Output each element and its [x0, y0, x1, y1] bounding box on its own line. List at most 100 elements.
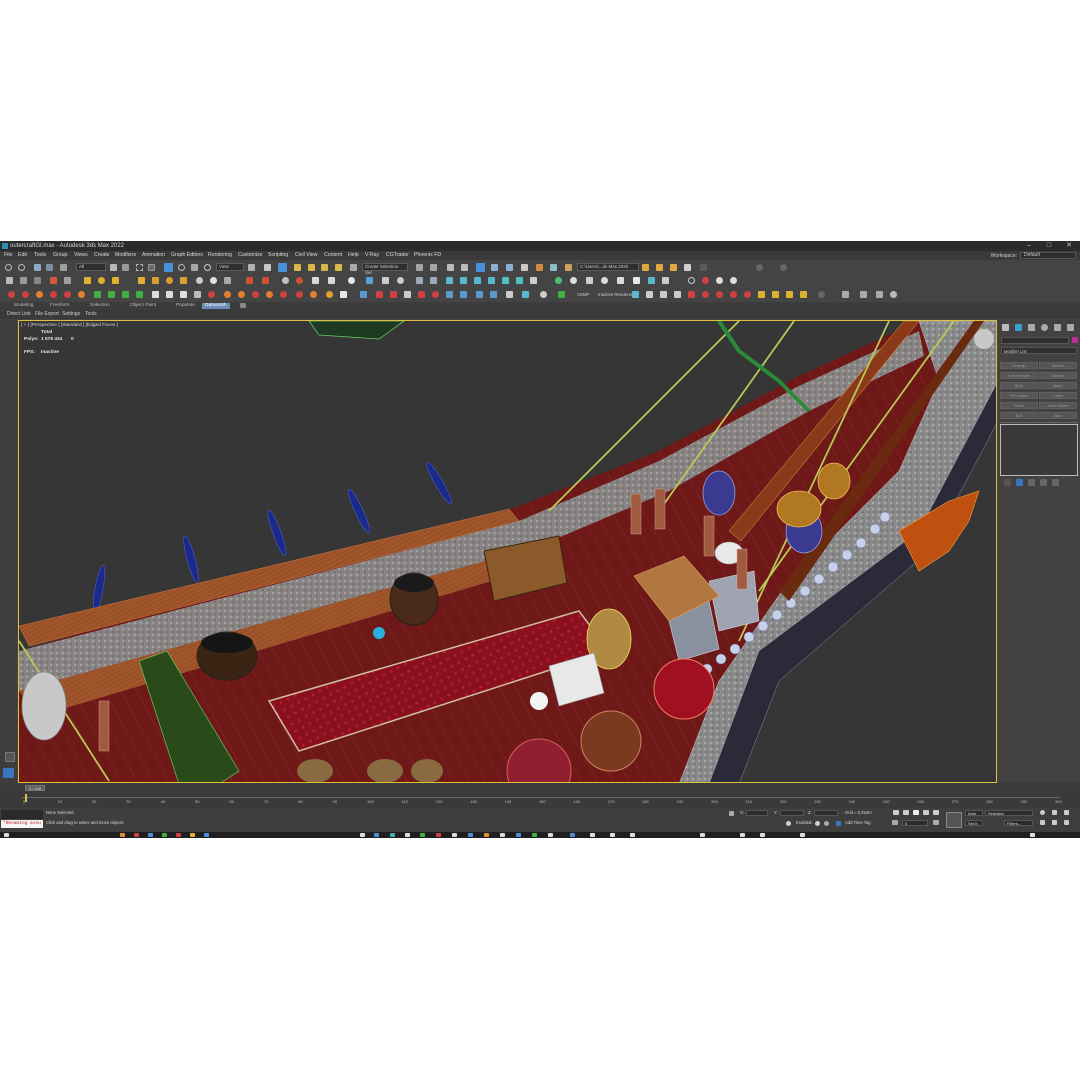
phoenix-play-icon[interactable] — [555, 277, 562, 284]
plugin-icon-29[interactable] — [460, 291, 467, 298]
viewport-label[interactable]: [ + ] [Perspective ] [Standard ] [Edged … — [21, 323, 118, 328]
menu-scripting[interactable]: Scripting — [268, 252, 288, 259]
plugin-icon-41[interactable] — [716, 291, 723, 298]
plugin-icon-27[interactable] — [432, 291, 439, 298]
plugin-icon-47[interactable] — [800, 291, 807, 298]
taskbar-app-icon[interactable] — [120, 833, 125, 837]
maxscript-listener[interactable] — [1, 810, 43, 819]
asset-tracking-icon[interactable] — [684, 264, 691, 271]
sky-icon[interactable] — [98, 277, 105, 284]
menu-civil-view[interactable]: Civil View — [295, 252, 317, 259]
plugin-icon-3[interactable] — [36, 291, 43, 298]
menu-vray[interactable]: V-Ray — [365, 252, 379, 259]
taskbar-app-icon[interactable] — [590, 833, 595, 837]
menu-views[interactable]: Views — [74, 252, 88, 259]
save-folder-icon[interactable] — [670, 264, 677, 271]
adaptive-degradation-icon[interactable] — [786, 821, 791, 826]
material-editor-icon[interactable] — [521, 264, 528, 271]
time-tag-icon[interactable] — [836, 821, 841, 826]
info-icon[interactable] — [730, 277, 737, 284]
menu-tools[interactable]: Tools — [34, 252, 46, 259]
taskbar-app-icon[interactable] — [760, 833, 765, 837]
taskbar-app-icon[interactable] — [500, 833, 505, 837]
taskbar-app-icon[interactable] — [610, 833, 615, 837]
plugin-icon-14[interactable] — [238, 291, 245, 298]
track-bar[interactable]: 0 10 20 30 40 50 60 70 80 90 100 110 120 130 140 150 160… — [0, 792, 1080, 808]
percent-snap-icon[interactable] — [321, 264, 328, 271]
taskbar-app-icon[interactable] — [360, 833, 365, 837]
minimize-button[interactable]: – — [1022, 241, 1036, 251]
hierarchy-icon[interactable] — [34, 277, 41, 284]
subtab-direct-link[interactable]: Direct Link — [7, 311, 31, 318]
unlink-icon[interactable] — [46, 264, 53, 271]
modifier-button[interactable]: Edit — [1000, 412, 1038, 419]
plugin-icon-11[interactable] — [194, 291, 201, 298]
plugin-icon-44[interactable] — [758, 291, 765, 298]
render-icon[interactable] — [565, 264, 572, 271]
zoom-all-icon[interactable] — [1052, 810, 1057, 815]
select-object-icon[interactable] — [110, 264, 117, 271]
plugin-icon-6[interactable] — [78, 291, 85, 298]
object-name-field[interactable] — [1001, 337, 1069, 344]
taskbar-app-icon[interactable] — [484, 833, 489, 837]
plugin-icon-25[interactable] — [404, 291, 411, 298]
taskbar-app-icon[interactable] — [700, 833, 705, 837]
set-key-button[interactable]: Set K. — [965, 820, 983, 826]
tab-freeform[interactable]: Freeform — [50, 303, 69, 309]
tab-modeling[interactable]: Modeling — [14, 303, 33, 309]
vray-settings-icon[interactable] — [382, 277, 389, 284]
tab-selection[interactable]: Selection — [90, 303, 110, 309]
ambient-light-icon[interactable] — [180, 277, 187, 284]
layout-tab-icon[interactable] — [5, 752, 15, 762]
modifier-button[interactable]: Unwrap — [1039, 372, 1077, 379]
taskbar-app-icon[interactable] — [468, 833, 473, 837]
plugin-icon-49[interactable] — [842, 291, 849, 298]
plugin-icon-21[interactable] — [340, 291, 347, 298]
ribbon-toggle-icon[interactable] — [476, 263, 485, 272]
toolbar-extra-icon-3[interactable] — [780, 264, 787, 271]
auto-key-button[interactable]: Auto — [965, 810, 983, 816]
plugin-icon-22[interactable] — [360, 291, 367, 298]
plugin-icon-38[interactable] — [674, 291, 681, 298]
pause-icon[interactable] — [166, 291, 173, 298]
xsmp-label[interactable]: XSMP — [577, 292, 589, 297]
enabled-toggle[interactable] — [815, 821, 820, 826]
menu-phoenix-fd[interactable]: Phoenix FD — [414, 252, 441, 259]
taskbar-app-icon[interactable] — [548, 833, 553, 837]
phoenix-force-icon[interactable] — [502, 277, 509, 284]
sun-icon[interactable] — [84, 277, 91, 284]
question-icon[interactable] — [540, 291, 547, 298]
vray-icon[interactable] — [296, 277, 303, 284]
taskbar-app-icon[interactable] — [148, 833, 153, 837]
menu-animation[interactable]: Animation — [142, 252, 165, 259]
hierarchy-tab-icon[interactable] — [1028, 324, 1035, 331]
subtab-tools[interactable]: Tools — [85, 311, 97, 318]
phoenix-ocean-icon[interactable] — [474, 277, 481, 284]
sphere-icon[interactable] — [282, 277, 289, 284]
tab-datasmith[interactable]: Datasmith — [202, 303, 230, 309]
modifier-button[interactable]: Shell — [1000, 382, 1038, 389]
plugin-icon-19[interactable] — [310, 291, 317, 298]
pivot-icon[interactable] — [248, 264, 255, 271]
plugin-icon-18[interactable] — [296, 291, 303, 298]
key-filters-button[interactable]: Filters... — [1004, 820, 1033, 826]
plugin-icon-2[interactable] — [22, 291, 29, 298]
menu-rendering[interactable]: Rendering — [208, 252, 232, 259]
phoenix-stop-icon[interactable] — [570, 277, 577, 284]
menu-edit[interactable]: Edit — [18, 252, 27, 259]
window-crossing-icon[interactable] — [148, 264, 155, 271]
ocean-icon[interactable] — [648, 277, 655, 284]
utilities-tab-icon[interactable] — [1067, 324, 1074, 331]
phoenix-simulator-icon[interactable] — [446, 277, 453, 284]
configure-sets-icon[interactable] — [1052, 479, 1059, 486]
menu-create[interactable]: Create — [94, 252, 110, 259]
modifier-stack[interactable] — [1000, 424, 1078, 476]
previous-frame-icon[interactable] — [903, 810, 909, 815]
modifier-button[interactable]: Bend — [1039, 382, 1077, 389]
tool-icon[interactable] — [662, 277, 669, 284]
scale-icon[interactable] — [191, 264, 198, 271]
cgtrader-icon[interactable] — [416, 277, 423, 284]
menu-content[interactable]: Content — [324, 252, 342, 259]
taskbar-app-icon[interactable] — [374, 833, 379, 837]
mesh-light-icon[interactable] — [152, 277, 159, 284]
